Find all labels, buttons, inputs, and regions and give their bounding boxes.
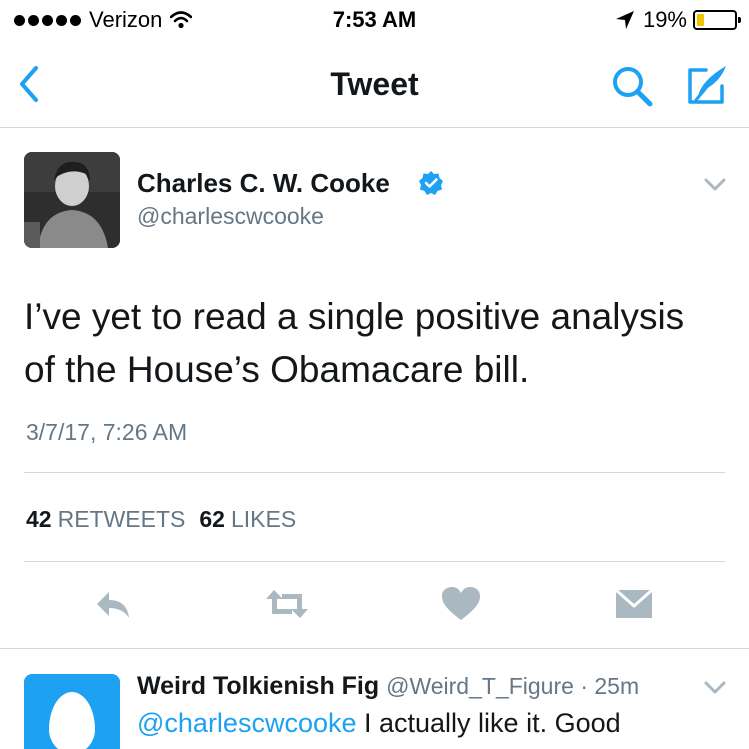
divider [24,472,725,473]
status-right: 19% [615,7,741,33]
compose-icon[interactable] [684,62,730,108]
reply-text: @charlescwcooke I actually like it. Good [137,708,621,739]
reply-avatar[interactable] [24,674,120,749]
heart-icon[interactable] [441,586,481,622]
author-handle[interactable]: @charlescwcooke [137,203,324,230]
battery-icon [693,10,741,30]
divider [24,561,725,562]
avatar[interactable] [24,152,120,248]
tweet-text: I’ve yet to read a single positive analy… [24,296,685,390]
likes-label: LIKES [230,506,297,532]
chevron-down-icon[interactable] [702,175,728,195]
retweets-count: 42 [26,506,52,532]
location-arrow-icon [615,11,634,29]
battery-percent: 19% [642,7,687,32]
likes-stat[interactable]: 62 LIKES [199,506,296,533]
avatar-image [24,152,120,248]
reply-body: I actually like it. Good [356,708,621,738]
retweets-label: RETWEETS [57,506,186,532]
retweets-stat[interactable]: 42 RETWEETS [26,506,185,533]
egg-icon [49,692,95,749]
tweet-timestamp: 3/7/17, 7:26 AM [26,419,188,445]
chevron-down-icon[interactable] [702,678,728,698]
tweet-stats: 42 RETWEETS 62 LIKES [26,506,296,533]
verified-badge-icon [419,171,443,195]
status-bar: Verizon 7:53 AM 19% [0,0,749,40]
battery-fill [697,14,704,26]
divider [0,648,749,649]
likes-count: 62 [199,506,225,532]
reply-mention-link[interactable]: @charlescwcooke [137,708,357,738]
envelope-icon[interactable] [614,586,654,622]
reply-header: Weird Tolkienish Fig @Weird_T_Figure · 2… [137,672,639,701]
reply-icon[interactable] [93,586,133,622]
author-name[interactable]: Charles C. W. Cooke [137,168,390,199]
reply-author-name[interactable]: Weird Tolkienish Fig [137,672,379,700]
nav-bar: Tweet [0,40,749,128]
search-icon[interactable] [610,64,654,108]
retweet-icon[interactable] [264,586,310,622]
reply-meta: @Weird_T_Figure · 25m [386,673,640,699]
